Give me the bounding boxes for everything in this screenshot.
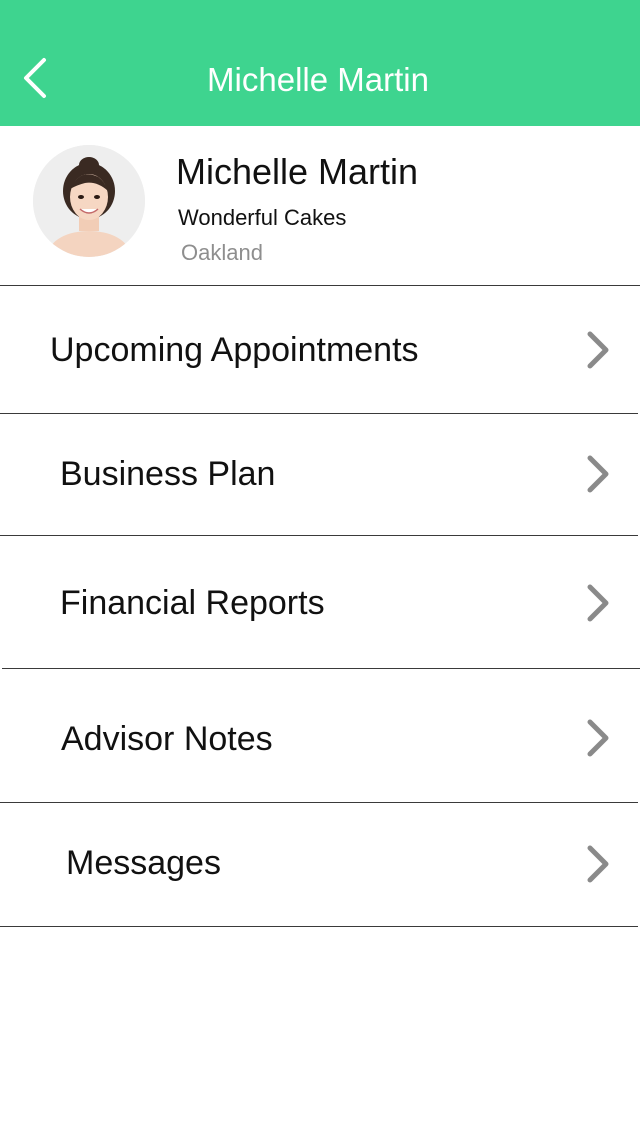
avatar [33, 145, 145, 257]
menu-item-label: Business Plan [60, 455, 276, 493]
chevron-right-icon [587, 455, 609, 493]
profile-city: Oakland [181, 240, 263, 265]
menu-item-label: Advisor Notes [61, 720, 273, 758]
chevron-right-icon [587, 331, 609, 369]
page-title: Michelle Martin [207, 61, 429, 98]
profile-business: Wonderful Cakes [178, 205, 347, 230]
menu-item-upcoming-appointments[interactable]: Upcoming Appointments [0, 286, 638, 414]
chevron-right-icon [587, 845, 609, 883]
menu-item-advisor-notes[interactable]: Advisor Notes [0, 669, 638, 803]
menu-item-label: Financial Reports [60, 584, 325, 622]
menu-item-label: Upcoming Appointments [50, 331, 419, 369]
menu-item-messages[interactable]: Messages [0, 803, 638, 927]
profile-name: Michelle Martin [176, 151, 419, 192]
menu-item-label: Messages [66, 844, 221, 882]
menu-item-business-plan[interactable]: Business Plan [0, 414, 638, 536]
navigation-bar: Michelle Martin [0, 0, 640, 126]
person-avatar-icon [33, 145, 145, 257]
chevron-right-icon [587, 584, 609, 622]
chevron-right-icon [587, 719, 609, 757]
menu-item-financial-reports[interactable]: Financial Reports [2, 536, 640, 669]
